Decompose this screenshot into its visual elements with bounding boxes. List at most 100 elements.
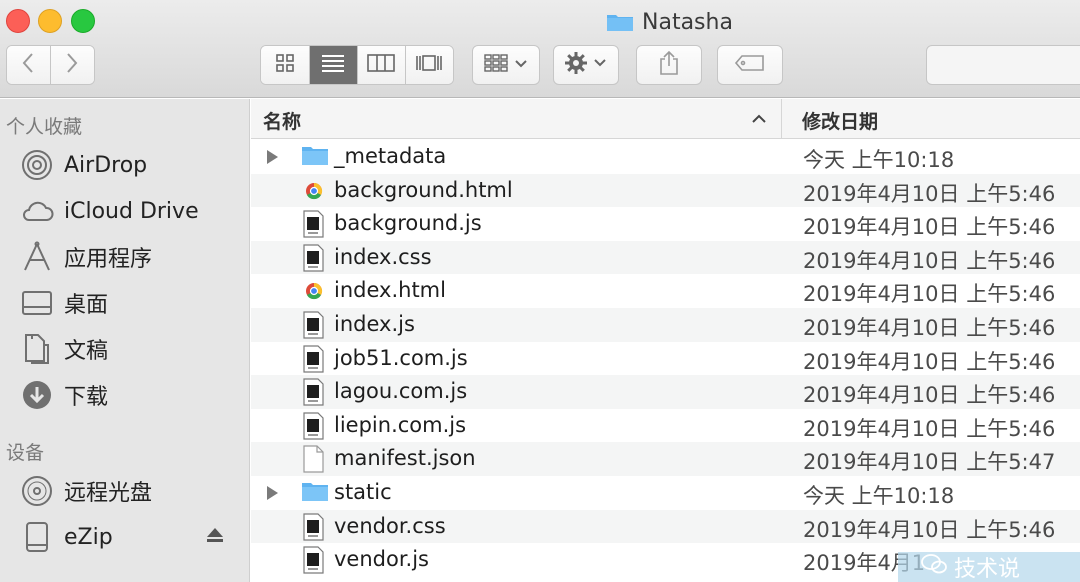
table-row[interactable]: background.html 2019年4月10日 上午5:46: [251, 173, 1080, 208]
table-row[interactable]: liepin.com.js 2019年4月10日 上午5:46: [251, 409, 1080, 443]
gear-icon: [564, 51, 608, 79]
table-row[interactable]: job51.com.js 2019年4月10日 上午5:46: [251, 342, 1080, 376]
sidebar-item-ezip[interactable]: eZip: [20, 518, 113, 556]
sidebar-item-label: 下载: [64, 385, 109, 410]
file-name: _metadata: [334, 144, 447, 168]
share-icon: [658, 50, 680, 80]
modified-date: 今天 上午10:18: [803, 483, 955, 508]
file-name: background.html: [334, 177, 513, 202]
table-row[interactable]: static 今天 上午10:18: [251, 476, 1080, 510]
sidebar: 个人收藏 AirDrop iCloud Drive 应用程序 桌面 文稿 下载 …: [0, 99, 250, 582]
script-file-icon: [301, 244, 327, 272]
minimize-window-button[interactable]: [38, 9, 62, 33]
sidebar-section-devices: 设备: [6, 442, 45, 464]
cloud-icon: [20, 194, 54, 228]
script-file-icon: [301, 412, 327, 440]
column-divider[interactable]: [781, 99, 782, 139]
sidebar-item-desktop[interactable]: 桌面: [20, 284, 108, 322]
table-row[interactable]: index.css 2019年4月10日 上午5:46: [251, 240, 1080, 275]
script-file-icon: [301, 210, 327, 238]
script-file-icon: [301, 378, 327, 406]
modified-date: 今天 上午10:18: [803, 148, 955, 172]
finder-toolbar: Natasha: [0, 0, 1080, 98]
table-row[interactable]: index.js 2019年4月10日 上午5:46: [251, 307, 1080, 342]
date-column-header[interactable]: 修改日期: [802, 107, 878, 134]
file-name: index.html: [334, 278, 446, 303]
sidebar-item-airdrop[interactable]: AirDrop: [20, 146, 147, 184]
sidebar-item-label: 应用程序: [64, 247, 153, 272]
script-file-icon: [301, 512, 327, 541]
table-row[interactable]: background.js 2019年4月10日 上午5:46: [251, 207, 1080, 241]
zoom-window-button[interactable]: [71, 9, 95, 33]
eject-icon[interactable]: [205, 525, 225, 545]
forward-button[interactable]: [50, 46, 94, 84]
file-name: index.js: [334, 311, 415, 336]
sidebar-item-icloud-drive[interactable]: iCloud Drive: [20, 192, 199, 230]
icon-view-button[interactable]: [261, 46, 310, 84]
search-field[interactable]: [926, 45, 1080, 85]
chevron-left-icon: [21, 52, 35, 78]
script-file-icon: [301, 546, 327, 574]
disclosure-triangle-icon[interactable]: [267, 150, 278, 164]
column-header: 名称 修改日期: [251, 99, 1080, 139]
html-file-icon: [301, 177, 327, 205]
column-view-icon: [367, 54, 396, 76]
table-row[interactable]: _metadata 今天 上午10:18: [251, 140, 1080, 174]
share-button[interactable]: [636, 45, 702, 85]
sidebar-item-remote-disc[interactable]: 远程光盘: [20, 472, 152, 510]
file-name: static: [334, 479, 392, 504]
documents-icon: [20, 332, 54, 366]
table-row[interactable]: vendor.css 2019年4月10日 上午5:46: [251, 509, 1080, 544]
name-column-header[interactable]: 名称: [263, 107, 301, 134]
folder-icon: [301, 143, 328, 171]
file-name: liepin.com.js: [334, 412, 467, 437]
column-view-button[interactable]: [358, 46, 406, 84]
sort-ascending-icon[interactable]: [751, 111, 767, 127]
html-file-icon: [301, 277, 327, 305]
file-name: vendor.js: [334, 547, 429, 572]
desktop-icon: [20, 286, 54, 320]
list-view-button[interactable]: [309, 46, 358, 84]
group-by-icon: [484, 53, 528, 77]
gallery-view-button[interactable]: [405, 46, 453, 84]
sidebar-item-downloads[interactable]: 下载: [20, 376, 108, 414]
file-name: background.js: [334, 211, 482, 236]
close-window-button[interactable]: [6, 9, 30, 33]
modified-date: 2019年4月10日 上午5:46: [803, 315, 1056, 340]
gallery-view-icon: [414, 54, 444, 76]
tag-button[interactable]: [717, 45, 783, 85]
file-name: index.css: [334, 244, 432, 269]
document-icon: [301, 445, 327, 473]
list-view-icon: [321, 53, 345, 77]
folder-icon: [301, 479, 328, 507]
watermark: 技术说: [898, 552, 1080, 582]
modified-date: 2019年4月10日 上午5:46: [803, 248, 1056, 273]
view-mode-segmented: [260, 45, 454, 85]
modified-date: 2019年4月10日 上午5:46: [803, 416, 1056, 441]
chevron-right-icon: [65, 52, 79, 78]
table-row[interactable]: lagou.com.js 2019年4月10日 上午5:46: [251, 375, 1080, 409]
sidebar-section-favorites: 个人收藏: [6, 116, 83, 138]
disclosure-triangle-icon[interactable]: [267, 485, 278, 500]
action-button[interactable]: [553, 45, 619, 85]
file-list: 名称 修改日期 _metadata 今天 上午10:18 background.ht…: [251, 99, 1080, 582]
modified-date: 2019年4月10日 上午5:46: [803, 181, 1056, 206]
window-title: Natasha: [606, 8, 733, 36]
file-rows: _metadata 今天 上午10:18 background.html 2019年4…: [251, 140, 1080, 577]
sidebar-item-documents[interactable]: 文稿: [20, 330, 108, 368]
file-name: vendor.css: [334, 513, 446, 538]
arrange-button[interactable]: [472, 45, 540, 85]
navigation-buttons: [6, 45, 95, 85]
airdrop-icon: [20, 148, 54, 182]
file-name: manifest.json: [334, 446, 476, 471]
applications-icon: [20, 240, 54, 274]
back-button[interactable]: [7, 46, 51, 84]
icon-view-icon: [275, 53, 295, 77]
wechat-icon: [920, 553, 948, 581]
file-name: lagou.com.js: [334, 379, 468, 404]
table-row[interactable]: manifest.json 2019年4月10日 上午5:47: [251, 442, 1080, 476]
file-name: job51.com.js: [334, 345, 468, 370]
modified-date: 2019年4月10日 上午5:46: [803, 383, 1056, 408]
table-row[interactable]: index.html 2019年4月10日 上午5:46: [251, 274, 1080, 308]
sidebar-item-applications[interactable]: 应用程序: [20, 238, 152, 276]
